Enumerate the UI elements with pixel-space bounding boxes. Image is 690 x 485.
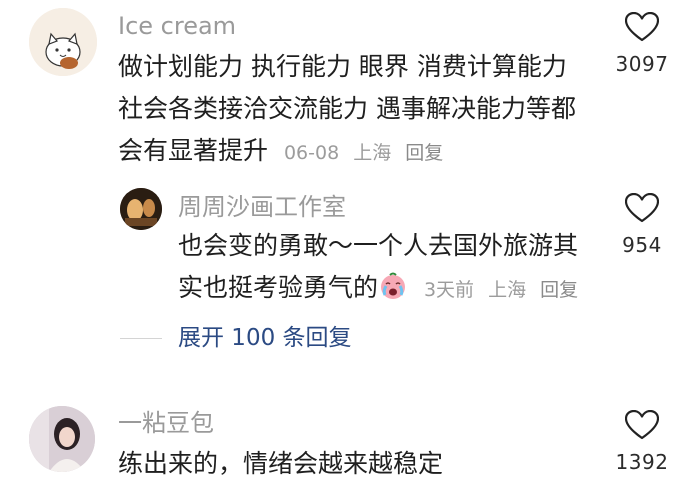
comment-line-text: 实也挺考验勇气的 [178,273,379,302]
comment-date: 3天前 [423,279,475,301]
comment-date: 06-08 [283,142,340,164]
comment-line: 做计划能力 执行能力 眼界 消费计算能力 [118,52,567,81]
cat-avatar-icon [29,8,97,76]
studio-avatar-icon [120,188,162,230]
comment-line: 练出来的，情绪会越来越稳定 [118,449,444,478]
comment-text: 做计划能力 执行能力 眼界 消费计算能力 社会各类接洽交流能力 遇事解决能力等都… [118,46,598,174]
avatar-ice-cream[interactable] [29,8,97,76]
comment-line: 社会各类接洽交流能力 遇事解决能力等都 [118,94,576,123]
username[interactable]: 一粘豆包 [118,408,214,438]
like-button[interactable]: 3097 [597,12,687,76]
divider [120,338,162,339]
heart-outline-icon [625,12,659,42]
comment-meta: 06-08 上海 回复 [284,142,451,164]
username[interactable]: 周周沙画工作室 [178,192,346,222]
reply-text: 也会变的勇敢～一个人去国外旅游其 实也挺考验勇气的 3天前 上海 回复 [178,225,598,311]
reply-button[interactable]: 回复 [405,142,443,164]
comment-location: 上海 [488,279,527,301]
like-count: 954 [622,233,662,257]
comment-text: 练出来的，情绪会越来越稳定 [118,443,598,485]
avatar-yinian-doubao[interactable] [29,406,95,472]
heart-outline-icon [625,410,659,440]
portrait-avatar-icon [29,406,95,472]
comment-location: 上海 [353,142,392,164]
comment-line-last: 会有显著提升 06-08 上海 回复 [118,130,598,174]
crying-face-icon [381,272,406,299]
comment-line: 也会变的勇敢～一个人去国外旅游其 [178,231,579,260]
heart-outline-icon [625,193,659,223]
like-button[interactable]: 1392 [597,410,687,474]
expand-replies-button[interactable]: 展开 100 条回复 [178,322,352,354]
comment-line-last: 实也挺考验勇气的 3天前 上海 回复 [178,267,598,311]
comment-meta: 3天前 上海 回复 [424,279,586,301]
avatar-zhouzhou[interactable] [120,188,162,230]
crying-face-emoji [378,271,408,301]
username[interactable]: Ice cream [118,11,236,41]
like-button[interactable]: 954 [597,193,687,257]
comment-line-text: 会有显著提升 [118,136,269,165]
reply-button[interactable]: 回复 [540,279,578,301]
like-count: 3097 [615,52,669,76]
like-count: 1392 [615,450,669,474]
